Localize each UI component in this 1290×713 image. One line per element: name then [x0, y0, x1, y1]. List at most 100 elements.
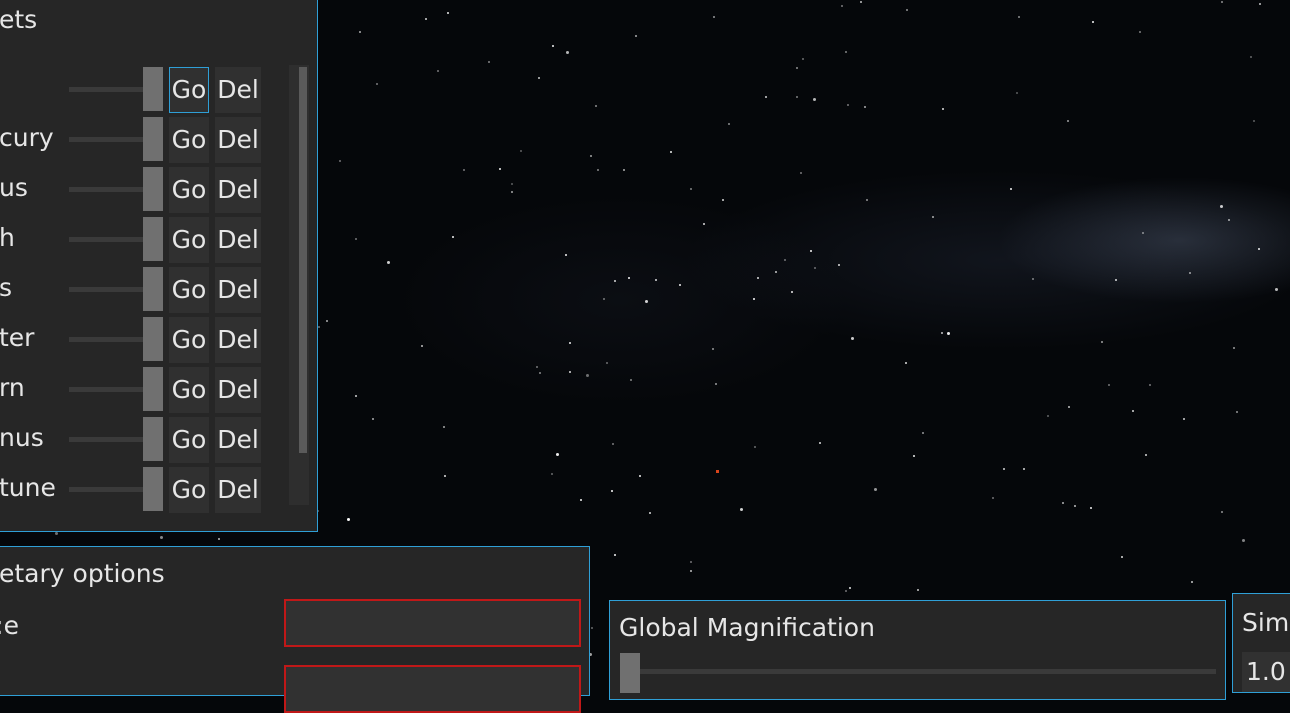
delete-button[interactable]: Del	[215, 67, 261, 113]
star	[1191, 581, 1193, 583]
planet-name: ter	[0, 323, 35, 352]
star	[765, 96, 767, 98]
second-field[interactable]	[284, 665, 581, 713]
star	[1236, 411, 1238, 413]
planet-slider-track[interactable]	[69, 237, 144, 242]
star	[1220, 205, 1223, 208]
planetary-options-panel: etary options e:	[0, 546, 590, 713]
star	[355, 238, 357, 240]
star	[606, 362, 608, 364]
go-button[interactable]: Go	[169, 467, 209, 513]
go-button[interactable]: Go	[169, 417, 209, 463]
name-field-label: e:	[0, 611, 19, 640]
star	[538, 77, 540, 79]
planets-scrollbar[interactable]	[289, 65, 309, 505]
planet-slider-track[interactable]	[69, 337, 144, 342]
red-star	[716, 470, 719, 473]
planets-panel-title: ets	[0, 5, 38, 34]
name-field[interactable]	[284, 599, 581, 647]
planet-name: h	[0, 223, 15, 252]
planet-slider-track[interactable]	[69, 87, 144, 92]
star	[860, 1, 862, 3]
delete-button[interactable]: Del	[215, 117, 261, 163]
star	[1010, 188, 1012, 190]
planets-scrollbar-thumb[interactable]	[299, 67, 307, 453]
star	[810, 250, 812, 252]
star	[942, 108, 944, 110]
star	[520, 150, 522, 152]
star	[452, 236, 454, 238]
delete-button[interactable]: Del	[215, 467, 261, 513]
planet-slider-handle[interactable]	[143, 417, 163, 461]
star	[444, 475, 446, 477]
delete-button[interactable]: Del	[215, 317, 261, 363]
star	[355, 395, 357, 397]
planet-slider-handle[interactable]	[143, 267, 163, 311]
star	[1047, 415, 1049, 417]
star	[722, 199, 724, 201]
planet-slider-track[interactable]	[69, 137, 144, 142]
planet-slider-handle[interactable]	[143, 217, 163, 261]
go-button[interactable]: Go	[169, 367, 209, 413]
go-button[interactable]: Go	[169, 67, 209, 113]
star	[511, 191, 513, 193]
star	[1074, 505, 1076, 507]
star	[992, 497, 994, 499]
star	[1149, 384, 1151, 386]
star	[784, 259, 786, 261]
star	[628, 277, 630, 279]
star	[1101, 341, 1103, 343]
star	[443, 426, 445, 428]
planet-slider-track[interactable]	[69, 187, 144, 192]
star	[690, 188, 692, 190]
star	[845, 590, 847, 592]
planet-slider-track[interactable]	[69, 487, 144, 492]
star	[796, 96, 798, 98]
planet-slider-handle[interactable]	[143, 317, 163, 361]
delete-button[interactable]: Del	[215, 217, 261, 263]
star	[387, 261, 390, 264]
magnification-slider-track[interactable]	[620, 669, 1216, 674]
star	[728, 123, 730, 125]
star	[614, 280, 616, 282]
go-button[interactable]: Go	[169, 167, 209, 213]
planet-slider-track[interactable]	[69, 287, 144, 292]
planet-slider-handle[interactable]	[143, 117, 163, 161]
star	[713, 16, 715, 18]
planet-row: rn Go Del	[0, 365, 269, 413]
go-button[interactable]: Go	[169, 267, 209, 313]
go-button[interactable]: Go	[169, 217, 209, 263]
star	[539, 372, 541, 374]
planet-slider-track[interactable]	[69, 437, 144, 442]
delete-button[interactable]: Del	[215, 367, 261, 413]
magnification-slider-handle[interactable]	[620, 653, 640, 693]
star	[326, 320, 328, 322]
star	[339, 160, 341, 162]
delete-button[interactable]: Del	[215, 417, 261, 463]
star	[1145, 454, 1147, 456]
star	[819, 442, 821, 444]
star	[757, 277, 759, 279]
star	[715, 383, 717, 385]
star	[580, 499, 582, 501]
planet-row: Go Del	[0, 65, 269, 113]
star	[754, 446, 756, 448]
planet-slider-handle[interactable]	[143, 467, 163, 511]
planet-slider-handle[interactable]	[143, 167, 163, 211]
star	[906, 9, 908, 11]
star	[447, 12, 449, 14]
star	[463, 169, 465, 171]
planet-slider-track[interactable]	[69, 387, 144, 392]
star	[1142, 232, 1144, 234]
delete-button[interactable]: Del	[215, 167, 261, 213]
star	[1228, 219, 1230, 221]
delete-button[interactable]: Del	[215, 267, 261, 313]
planet-row: ter Go Del	[0, 315, 269, 363]
go-button[interactable]: Go	[169, 317, 209, 363]
go-button[interactable]: Go	[169, 117, 209, 163]
sim-value-field[interactable]: 1.0	[1242, 652, 1290, 692]
star	[1258, 248, 1260, 250]
star	[712, 348, 714, 350]
planet-slider-handle[interactable]	[143, 367, 163, 411]
planet-slider-handle[interactable]	[143, 67, 163, 111]
